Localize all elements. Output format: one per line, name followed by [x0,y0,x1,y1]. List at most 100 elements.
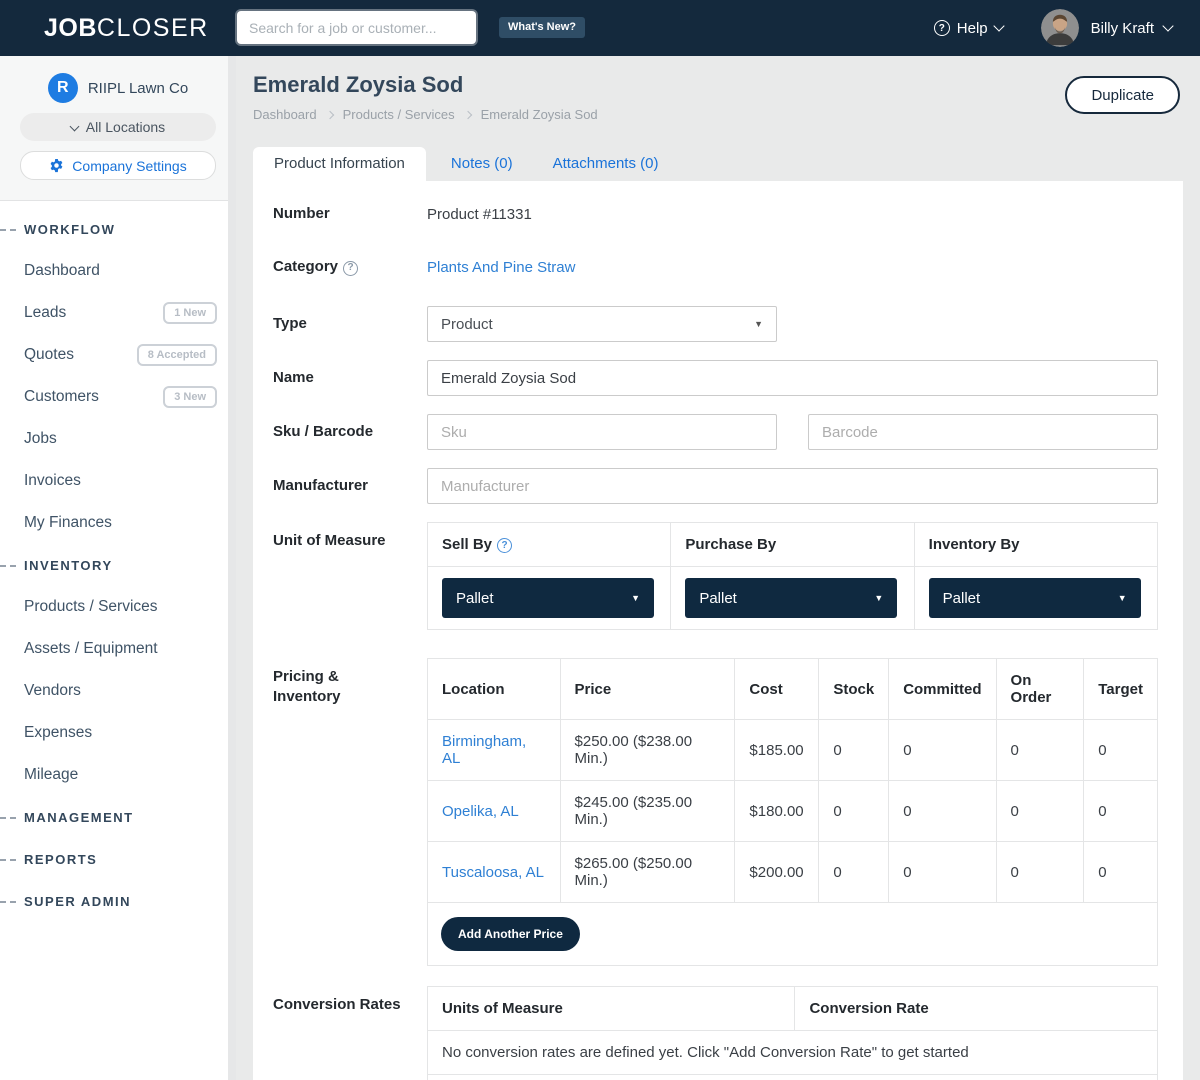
section-super-admin-row[interactable]: SUPER ADMIN [0,880,236,922]
type-label: Type [273,314,427,334]
sidebar-item-quotes[interactable]: Quotes8 Accepted [0,334,236,376]
tab-product-information[interactable]: Product Information [253,147,426,181]
number-label: Number [273,204,427,224]
inventory-by-select[interactable]: Pallet ▼ [929,578,1141,618]
tab-notes[interactable]: Notes (0) [436,147,528,181]
category-row: Category? Plants And Pine Straw [273,257,1158,277]
duplicate-button[interactable]: Duplicate [1065,76,1180,114]
section-reports-row[interactable]: REPORTS [0,838,236,880]
sidebar-item-leads[interactable]: Leads1 New [0,292,236,334]
tab-attachments[interactable]: Attachments (0) [538,147,674,181]
chevron-down-icon [993,20,1004,31]
sidebar-item-expenses[interactable]: Expenses [0,712,236,754]
breadcrumb-products-services[interactable]: Products / Services [343,107,455,122]
chevron-down-icon [69,121,79,131]
logo-light: CLOSER [97,14,209,42]
user-name: Billy Kraft [1091,20,1154,37]
main-content: Emerald Zoysia Sod Dashboard Products / … [236,56,1200,1080]
conversion-rates-row: Conversion Rates Units of Measure Conver… [273,986,1158,1080]
section-workflow: WORKFLOW [24,222,115,237]
type-select[interactable]: Product ▼ [427,306,777,342]
unit-of-measure-table: Sell By? Purchase By Inventory By Pallet… [427,522,1158,630]
manufacturer-input[interactable] [427,468,1158,504]
company-settings-button[interactable]: Company Settings [20,151,216,180]
purchase-by-header: Purchase By [671,523,914,567]
sidebar-item-invoices[interactable]: Invoices [0,460,236,502]
breadcrumb-current: Emerald Zoysia Sod [481,107,598,122]
add-another-price-button[interactable]: Add Another Price [441,917,580,951]
sell-by-select[interactable]: Pallet ▼ [442,578,654,618]
company-logo: R [48,73,78,103]
pricing-footer-row: Add Another Price [428,903,1158,966]
pricing-inventory-row: Pricing & Inventory Location Price Cost … [273,658,1158,966]
section-reports: REPORTS [24,852,97,867]
category-help-icon[interactable]: ? [343,261,358,276]
manufacturer-row: Manufacturer [273,468,1158,504]
sidebar-item-my-finances[interactable]: My Finances [0,502,236,544]
help-menu[interactable]: ? Help [934,20,1003,37]
section-super-admin: SUPER ADMIN [24,894,131,909]
manufacturer-label: Manufacturer [273,476,427,496]
sku-input[interactable] [427,414,777,450]
sku-barcode-label: Sku / Barcode [273,422,427,442]
pricing-row-opelika: Opelika, AL $245.00 ($235.00 Min.) $180.… [428,781,1158,842]
location-link[interactable]: Opelika, AL [442,803,519,820]
user-menu[interactable]: Billy Kraft [1091,20,1172,37]
whats-new-button[interactable]: What's New? [499,17,585,38]
name-input[interactable] [427,360,1158,396]
quotes-badge: 8 Accepted [137,344,217,366]
sidebar-nav: WORKFLOW Dashboard Leads1 New Quotes8 Ac… [0,201,236,922]
category-label: Category? [273,257,427,277]
barcode-input[interactable] [808,414,1158,450]
conversion-header-row: Units of Measure Conversion Rate [428,987,1158,1031]
sidebar-scrollbar[interactable] [228,56,236,1080]
section-management-row[interactable]: MANAGEMENT [0,796,236,838]
sidebar-item-products-services[interactable]: Products / Services [0,586,236,628]
company-settings-label: Company Settings [72,158,186,174]
sidebar-item-assets-equipment[interactable]: Assets / Equipment [0,628,236,670]
type-row: Type Product ▼ [273,306,1158,342]
sell-by-help-icon[interactable]: ? [497,538,512,553]
unit-of-measure-row: Unit of Measure Sell By? Purchase By Inv… [273,522,1158,630]
pricing-row-birmingham: Birmingham, AL $250.00 ($238.00 Min.) $1… [428,720,1158,781]
conversion-rates-table: Units of Measure Conversion Rate No conv… [427,986,1158,1080]
page-title: Emerald Zoysia Sod [253,72,1180,98]
user-avatar[interactable] [1041,9,1079,47]
sidebar: R RIIPL Lawn Co All Locations Company Se… [0,56,236,1080]
category-link[interactable]: Plants And Pine Straw [427,259,575,276]
tab-bar: Product Information Notes (0) Attachment… [253,147,1200,181]
chevron-right-icon [463,110,471,118]
location-selector[interactable]: All Locations [20,113,216,141]
location-link[interactable]: Birmingham, AL [442,733,526,767]
sidebar-item-mileage[interactable]: Mileage [0,754,236,796]
conversion-empty-row: No conversion rates are defined yet. Cli… [428,1031,1158,1075]
purchase-by-select[interactable]: Pallet ▼ [685,578,897,618]
pricing-header-row: Location Price Cost Stock Committed On O… [428,659,1158,720]
caret-down-icon: ▼ [631,593,640,603]
sidebar-item-vendors[interactable]: Vendors [0,670,236,712]
company-row: R RIIPL Lawn Co [0,73,236,103]
search-input[interactable] [237,11,476,44]
app-logo: JOBCLOSER [44,14,209,43]
caret-down-icon: ▼ [754,319,763,329]
content-header: Emerald Zoysia Sod Dashboard Products / … [236,56,1200,122]
top-navbar: JOBCLOSER What's New? ? Help Billy Kraft [0,0,1200,56]
inventory-by-header: Inventory By [914,523,1157,567]
location-link[interactable]: Tuscaloosa, AL [442,864,544,881]
name-label: Name [273,368,427,388]
conversion-footer-row: Add Conversion Rate [428,1075,1158,1080]
section-inventory: INVENTORY [24,558,113,573]
location-selector-label: All Locations [86,119,165,135]
sku-barcode-row: Sku / Barcode [273,414,1158,450]
sidebar-item-jobs[interactable]: Jobs [0,418,236,460]
breadcrumb-dashboard[interactable]: Dashboard [253,107,317,122]
sidebar-item-dashboard[interactable]: Dashboard [0,250,236,292]
help-label: Help [957,20,988,37]
number-value: Product #11331 [427,206,532,223]
breadcrumb: Dashboard Products / Services Emerald Zo… [253,107,1180,122]
caret-down-icon: ▼ [874,593,883,603]
company-name: RIIPL Lawn Co [88,80,188,97]
sidebar-item-customers[interactable]: Customers3 New [0,376,236,418]
unit-of-measure-label: Unit of Measure [273,522,427,551]
customers-badge: 3 New [163,386,217,408]
